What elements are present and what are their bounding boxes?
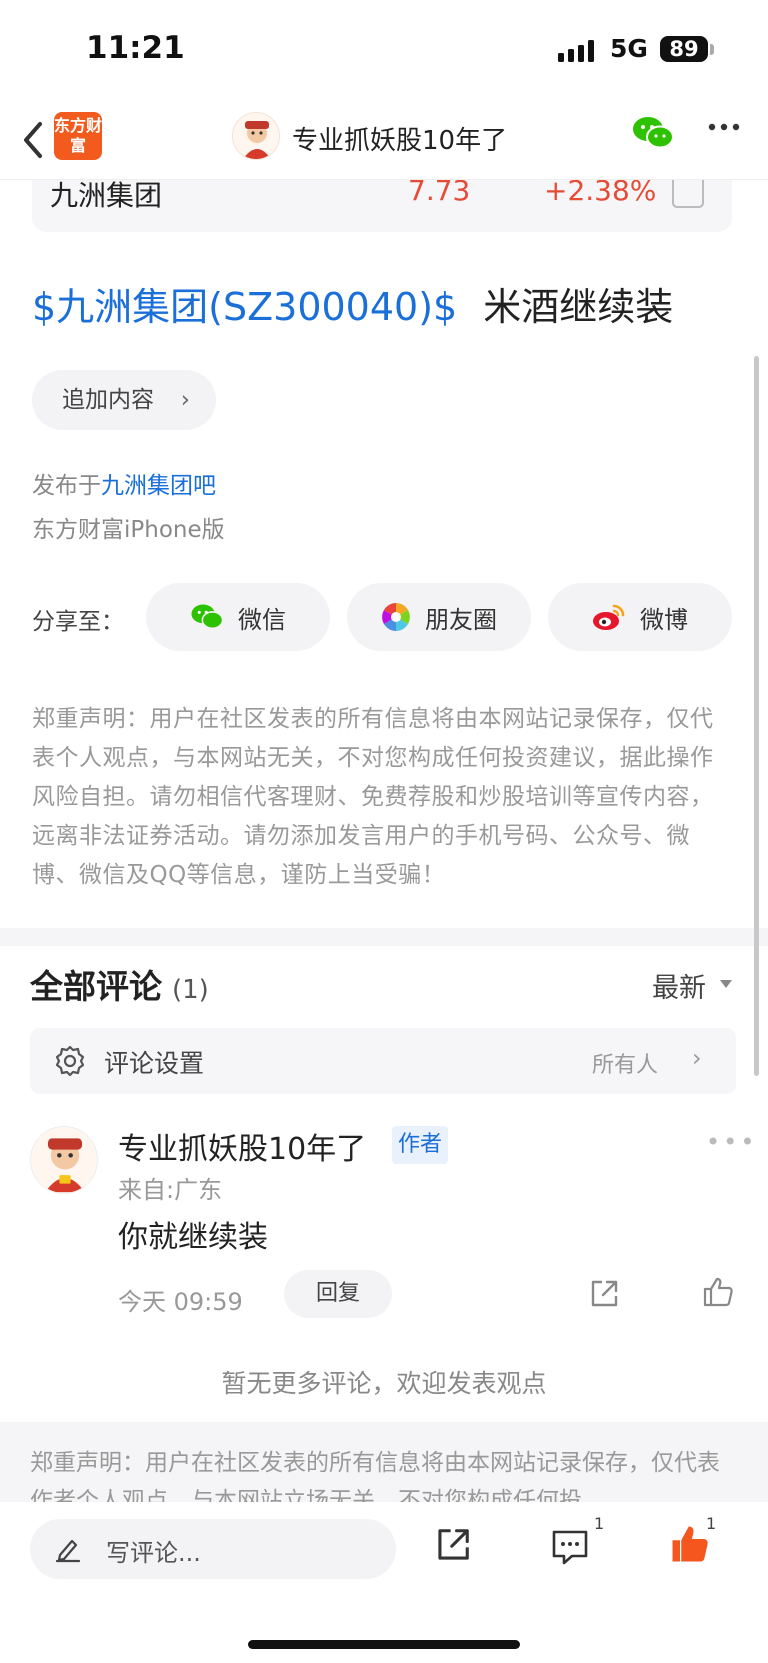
battery-tip (710, 44, 714, 55)
comments-heading: 全部评论 (1) (30, 960, 209, 1008)
stock-bar-link[interactable]: 九洲集团吧 (101, 473, 216, 499)
commenter-location: 来自:广东 (118, 1176, 223, 1204)
status-bar: 11:21 5G 89 (0, 0, 768, 100)
stock-name: 九洲集团 (50, 179, 163, 212)
more-options-icon[interactable] (708, 122, 740, 132)
reply-button[interactable]: 回复 (284, 1270, 392, 1318)
comment-time: 今天 09:59 (118, 1288, 243, 1316)
share-weibo-label: 微博 (640, 605, 688, 634)
caret-down-icon[interactable] (720, 980, 732, 988)
add-content-label: 追加内容 (62, 387, 154, 413)
cellular-signal-icon (558, 40, 594, 62)
gear-icon (55, 1045, 85, 1077)
author-avatar-icon[interactable] (232, 112, 280, 160)
disclaimer-text: 郑重声明：用户在社区发表的所有信息将由本网站记录保存，仅代表个人观点，与本网站无… (32, 706, 714, 888)
weibo-icon (593, 604, 625, 630)
scrollbar[interactable] (754, 356, 759, 1076)
commenter-avatar-icon[interactable] (30, 1126, 98, 1194)
share-icon[interactable] (434, 1526, 472, 1564)
home-indicator (248, 1640, 520, 1649)
chevron-right-icon: › (692, 1044, 702, 1072)
top-nav-bar: 东方财富 专业抓妖股10年了 (0, 100, 768, 180)
write-comment-input[interactable]: 写评论... (30, 1519, 396, 1579)
pencil-icon (55, 1539, 81, 1563)
commenter-name[interactable]: 专业抓妖股10年了 (118, 1124, 366, 1168)
comments-title: 全部评论 (30, 967, 162, 1006)
comment-count: 1 (594, 1514, 605, 1533)
share-moments-button[interactable]: 朋友圈 (347, 583, 531, 651)
share-wechat-label: 微信 (238, 605, 286, 634)
bottom-action-bar: 写评论... 1 1 (0, 1502, 768, 1663)
back-arrow-icon[interactable] (18, 118, 48, 162)
section-divider (0, 928, 768, 946)
app-logo[interactable]: 东方财富 (54, 112, 102, 160)
add-content-button[interactable]: 追加内容 › (32, 370, 216, 430)
thumbs-up-icon[interactable] (702, 1276, 734, 1308)
comment-text: 你就继续装 (118, 1220, 268, 1255)
share-wechat-button[interactable]: 微信 (146, 583, 330, 651)
status-time: 11:21 (86, 30, 185, 66)
published-in-prefix: 发布于 (32, 473, 101, 499)
network-type: 5G (610, 34, 648, 63)
wechat-icon[interactable] (632, 115, 674, 151)
comment-icon[interactable] (550, 1528, 590, 1566)
battery-icon: 89 (660, 36, 708, 62)
share-label: 分享至： (32, 609, 124, 635)
wechat-icon (191, 604, 224, 630)
sort-dropdown[interactable]: 最新 (652, 966, 706, 1005)
comments-count: (1) (172, 975, 209, 1005)
comment-settings-label: 评论设置 (104, 1049, 205, 1078)
no-more-comments: 暂无更多评论，欢迎发表观点 (221, 1369, 547, 1398)
comment-more-icon[interactable]: ••• (706, 1128, 757, 1156)
moments-icon (382, 603, 410, 631)
nav-title: 专业抓妖股10年了 (292, 126, 508, 156)
write-comment-placeholder: 写评论... (106, 1539, 201, 1567)
published-in: 发布于九洲集团吧 (32, 466, 216, 500)
like-count: 1 (706, 1514, 717, 1533)
stock-tag-link[interactable]: $九洲集团(SZ300040)$ (32, 285, 457, 329)
share-icon[interactable] (588, 1278, 620, 1310)
author-badge: 作者 (392, 1126, 449, 1164)
post-text: 米酒继续装 (483, 285, 674, 329)
comment-settings-value: 所有人 (592, 1053, 659, 1078)
share-weibo-button[interactable]: 微博 (548, 583, 732, 651)
comment-settings-row[interactable]: 评论设置 所有人 › (30, 1028, 736, 1094)
client-source: 东方财富iPhone版 (32, 517, 225, 543)
post-content: $九洲集团(SZ300040)$ 米酒继续装 (32, 276, 673, 331)
add-watchlist-checkbox[interactable] (672, 176, 704, 208)
share-moments-label: 朋友圈 (425, 605, 497, 634)
chevron-right-icon: › (180, 387, 190, 413)
thumbs-up-icon[interactable] (670, 1524, 710, 1564)
